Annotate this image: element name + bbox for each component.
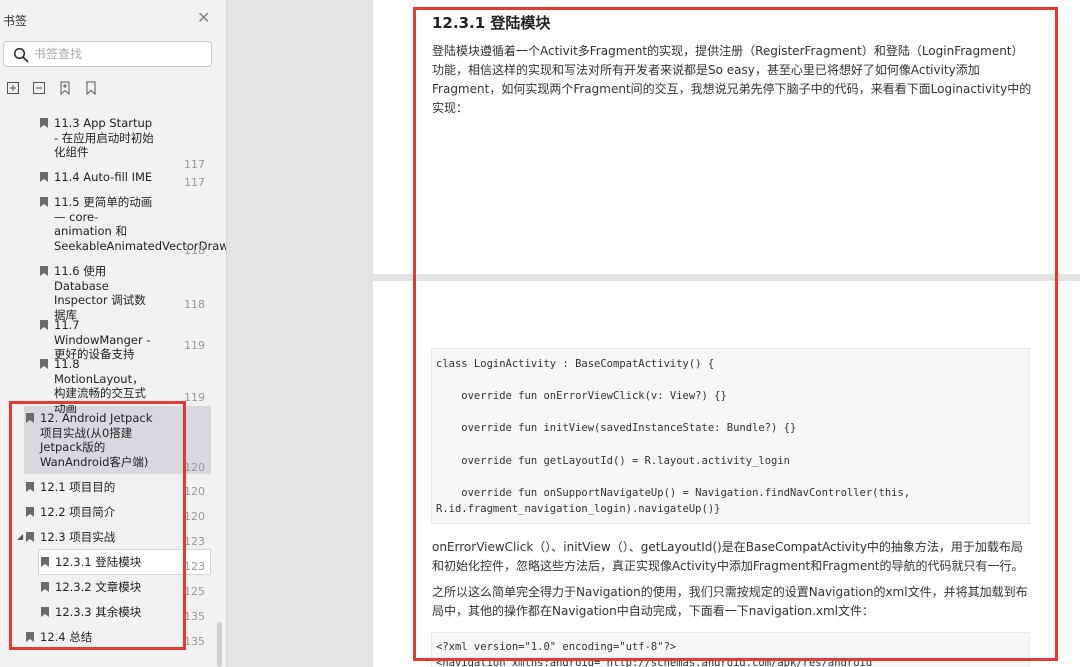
toc-item[interactable]: 12.3 项目实战 123 — [26, 530, 205, 550]
bookmark-search-box[interactable] — [3, 41, 212, 67]
toc-item[interactable]: 11.3 App Startup - 在应用启动时初始化组件 117 — [40, 116, 205, 171]
code-block: <?xml version="1.0" encoding="utf-8"?> <… — [431, 632, 1030, 667]
expand-all-icon[interactable] — [6, 80, 20, 96]
bookmark-icon — [41, 582, 49, 592]
toc-item[interactable]: 11.6 使用 Database Inspector 调试数据库 118 — [40, 264, 205, 322]
toc-item-label: 12.3.1 登陆模块 — [55, 555, 142, 569]
bookmark-tree: 11.3 App Startup - 在应用启动时初始化组件 117 11.4 … — [0, 108, 226, 667]
toc-item-page: 120 — [184, 510, 205, 523]
sidebar-title: 书签 — [3, 14, 28, 28]
toc-item-page: 123 — [184, 535, 205, 548]
toc-item-page: 119 — [184, 339, 205, 352]
sidebar-scrollbar[interactable] — [217, 622, 222, 667]
code-block: class LoginActivity : BaseCompatActivity… — [431, 348, 1030, 524]
toc-item-label: 12.4 总结 — [40, 630, 93, 644]
section-heading: 12.3.1 登陆模块 — [432, 14, 551, 32]
code-line: class LoginActivity : BaseCompatActivity… — [436, 358, 715, 370]
toc-item-label: 12.1 项目目的 — [40, 480, 116, 494]
toc-item[interactable]: 11.5 更简单的动画 — core-animation 和 SeekableA… — [40, 195, 226, 261]
toc-item[interactable]: 11.8 MotionLayout，构建流畅的交互式动画 119 — [40, 357, 205, 415]
toc-item-selected[interactable]: 12. Android Jetpack项目实战(从0搭建Jetpack版的Wan… — [26, 411, 205, 474]
bookmark-icon — [41, 557, 49, 567]
toc-item-label: 11.3 App Startup - 在应用启动时初始化组件 — [54, 116, 154, 159]
toc-item-page: 120 — [184, 461, 205, 474]
toc-item-label: 11.5 更简单的动画 — core-animation 和 SeekableA… — [54, 195, 226, 253]
toc-item-label: 12.3.3 其余模块 — [55, 605, 142, 619]
page-separator — [373, 274, 1080, 281]
toc-item-page: 117 — [184, 176, 205, 189]
bookmark-icon — [26, 632, 34, 642]
bookmark-icon — [26, 507, 34, 517]
bookmark-icon — [40, 266, 48, 276]
toc-item-page: 119 — [184, 391, 205, 404]
code-line: override fun getLayoutId() = R.layout.ac… — [436, 455, 791, 467]
toc-item-label: 11.7 WindowManger - 更好的设备支持 — [54, 318, 151, 361]
bookmark-icon — [40, 197, 48, 207]
toc-item[interactable]: 12.3.2 文章模块 125 — [41, 580, 205, 600]
add-bookmark-icon[interactable] — [58, 80, 72, 96]
toc-item-label: 12.3 项目实战 — [40, 530, 116, 544]
paragraph: onErrorViewClick（）、initView（）、getLayoutI… — [432, 540, 1024, 573]
toc-item-label: 11.4 Auto-fill IME — [54, 170, 153, 184]
bookmark-icon[interactable] — [84, 80, 98, 96]
search-icon — [13, 47, 29, 63]
toc-item-page: 118 — [184, 244, 205, 257]
toc-item[interactable]: 12.3.3 其余模块 135 — [41, 605, 205, 625]
toc-item-label: 12.3.2 文章模块 — [55, 580, 142, 594]
collapse-caret-icon[interactable]: ◢ — [17, 532, 23, 541]
search-input[interactable] — [34, 46, 204, 62]
toc-item-page: 135 — [184, 635, 205, 648]
toc-item[interactable]: 12.4 总结 135 — [26, 630, 205, 650]
bookmark-icon — [40, 172, 48, 182]
bookmark-icon — [26, 413, 34, 423]
bookmark-sidebar: 书签 ✕ 11.3 App Startup - 在应用启动时初始化组件 117 — [0, 0, 227, 667]
toc-item-page: 118 — [184, 298, 205, 311]
close-icon[interactable]: ✕ — [197, 10, 210, 26]
bookmark-icon — [41, 607, 49, 617]
code-line: R.id.fragment_navigation_login).navigate… — [436, 503, 721, 515]
toc-item-page: 125 — [184, 585, 205, 598]
toc-item-label: 11.8 MotionLayout，构建流畅的交互式动画 — [54, 357, 146, 415]
code-line: <navigation xmlns:android="http://schema… — [436, 657, 879, 667]
toc-item-current[interactable]: 12.3.1 登陆模块 123 — [41, 555, 205, 575]
toc-item-label: 11.6 使用 Database Inspector 调试数据库 — [54, 264, 146, 322]
toc-item[interactable]: 12.2 项目简介 120 — [26, 505, 205, 525]
code-line: override fun initView(savedInstanceState… — [436, 422, 797, 434]
bookmark-icon — [26, 532, 34, 542]
toc-item[interactable]: 12.1 项目目的 120 — [26, 480, 205, 500]
toc-item[interactable]: 11.7 WindowManger - 更好的设备支持 119 — [40, 318, 205, 361]
code-line: override fun onSupportNavigateUp() = Nav… — [436, 487, 911, 499]
paragraph: 登陆模块遵循着一个Activit多Fragment的实现，提供注册（Regist… — [432, 44, 1032, 115]
code-line: override fun onErrorViewClick(v: View?) … — [436, 390, 727, 402]
bookmark-icon — [40, 118, 48, 128]
bookmark-icon — [40, 359, 48, 369]
toc-item-label: 12.2 项目简介 — [40, 505, 116, 519]
toc-item-page: 123 — [184, 560, 205, 573]
collapse-all-icon[interactable] — [32, 80, 46, 96]
paragraph: 之所以这么简单完全得力于Navigation的使用，我们只需按规定的设置Navi… — [432, 585, 1028, 618]
toc-item-page: 135 — [184, 610, 205, 623]
bookmark-icon — [40, 320, 48, 330]
toc-item-page: 120 — [184, 485, 205, 498]
toc-item[interactable]: 11.4 Auto-fill IME 117 — [40, 170, 205, 190]
toc-item-label: 12. Android Jetpack项目实战(从0搭建Jetpack版的Wan… — [40, 411, 153, 469]
bookmark-icon — [26, 482, 34, 492]
code-line: <?xml version="1.0" encoding="utf-8"?> — [436, 641, 677, 653]
